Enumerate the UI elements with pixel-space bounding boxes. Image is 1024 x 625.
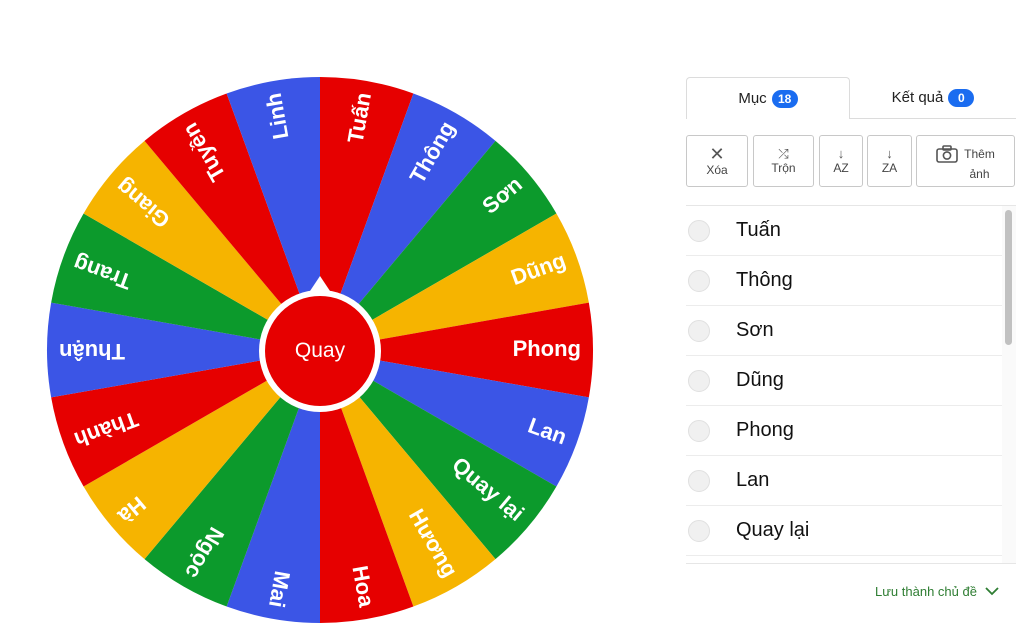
list-item-label: Sơn [736,319,774,341]
shuffle-button[interactable]: ⤮ Trộn [753,135,814,187]
radio-button[interactable] [688,369,710,392]
sort-za-button[interactable]: ↓ ZA [867,135,912,187]
clear-label: Xóa [706,163,728,177]
list-item-label: Thông [736,269,793,291]
list-item[interactable]: Phong [686,406,1016,456]
list-item-label: Quay lại [736,519,810,541]
list-scrollbar[interactable] [1002,206,1016,563]
radio-button[interactable] [688,419,710,442]
spin-button[interactable]: Quay [265,296,375,406]
entries-list: Tuấn Thông Sơn Dũng Phong Lan Quay lại [686,205,1016,564]
radio-button[interactable] [688,269,710,292]
list-item[interactable]: Quay lại [686,506,1016,556]
list-item-label: Dũng [736,369,784,391]
clear-button[interactable]: ✕ Xóa [686,135,748,187]
toolbar: ✕ Xóa ⤮ Trộn ↓ AZ ↓ ZA Thêm ảnh [686,135,1016,189]
chevron-down-icon [985,583,999,599]
wheel-segment-label: Phong [513,336,581,361]
list-item[interactable]: Dũng [686,356,1016,406]
sort-down-icon: ↓ [886,146,893,161]
save-theme-button[interactable]: Lưu thành chủ đề [875,583,999,599]
tab-items[interactable]: Mục 18 [686,77,850,119]
list-item[interactable]: Sơn [686,306,1016,356]
radio-button[interactable] [688,469,710,492]
add-image-button[interactable]: Thêm ảnh [916,135,1015,187]
results-count-badge: 0 [948,88,975,107]
save-theme-label: Lưu thành chủ đề [875,583,977,599]
spin-center[interactable]: Quay [259,290,381,412]
tab-items-label: Mục [738,90,767,107]
items-count-badge: 18 [771,89,798,108]
entries-panel: Mục 18 Kết quả 0 ✕ Xóa ⤮ Trộn ↓ AZ ↓ ZA [686,77,1016,564]
list-item[interactable]: Lan [686,456,1016,506]
tab-results[interactable]: Kết quả 0 [850,77,1016,119]
sort-down-icon: ↓ [837,146,845,161]
list-item[interactable]: Tuấn [686,206,1016,256]
tab-results-label: Kết quả [891,89,944,106]
shuffle-label: Trộn [771,161,796,175]
list-item[interactable]: Thông [686,256,1016,306]
close-icon: ✕ [709,144,725,164]
scrollbar-thumb[interactable] [1005,210,1012,345]
radio-button[interactable] [688,219,710,242]
add-image-label-line2: ảnh [969,167,990,181]
sort-az-label: AZ [833,161,849,175]
radio-button[interactable] [688,519,710,542]
radio-button[interactable] [688,319,710,342]
sort-az-button[interactable]: ↓ AZ [819,135,863,187]
shuffle-icon: ⤮ [778,146,789,161]
list-item-label: Phong [736,419,794,441]
add-image-label-line1: Thêm [964,147,995,161]
wheel-segment-label: Thuận [59,339,125,364]
wheel-area: Tuấn Thông Sơn Dũng Phong Lan Quay lại Hương Hoa… [0,0,650,625]
sort-za-label: ZA [881,161,898,175]
list-item-label: Lan [736,469,770,491]
tab-bar: Mục 18 Kết quả 0 [686,77,1016,119]
list-item-label: Tuấn [736,219,781,241]
camera-icon [936,145,958,166]
